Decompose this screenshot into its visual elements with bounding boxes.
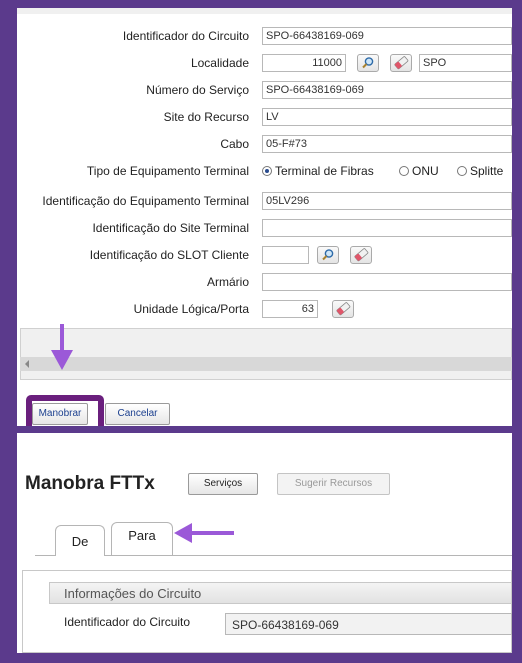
label-identificador-circuito: Identificador do Circuito xyxy=(122,29,249,43)
row-site-recurso: Site do Recurso LV xyxy=(17,107,512,129)
identificador-circuito-input[interactable]: SPO-66438169-069 xyxy=(262,27,512,45)
tab-de[interactable]: De xyxy=(55,525,105,556)
eraser-icon[interactable] xyxy=(390,54,412,72)
row-identificacao-slot: Identificação do SLOT Cliente xyxy=(17,245,512,267)
numero-servico-input[interactable]: SPO-66438169-069 xyxy=(262,81,512,99)
row-armario: Armário xyxy=(17,272,512,294)
eraser-icon[interactable] xyxy=(332,300,354,318)
circuit-identifier-input[interactable]: SPO-66438169-069 xyxy=(225,613,512,635)
arrow-left-annotation xyxy=(174,523,234,543)
row-tipo-equipamento: Tipo de Equipamento Terminal Terminal de… xyxy=(17,161,512,183)
cancelar-button[interactable]: Cancelar xyxy=(105,403,170,425)
label-site-recurso: Site do Recurso xyxy=(163,110,249,124)
highlight-box-annotation xyxy=(26,395,104,426)
row-numero-servico: Número do Serviço SPO-66438169-069 xyxy=(17,80,512,102)
label-identificacao-site: Identificação do Site Terminal xyxy=(92,221,249,235)
identificacao-site-input[interactable] xyxy=(262,219,512,237)
search-icon[interactable] xyxy=(317,246,339,264)
label-circuit-identifier: Identificador do Circuito xyxy=(64,615,191,629)
servicos-button[interactable]: Serviços xyxy=(188,473,258,495)
circuit-form-panel: Identificador do Circuito SPO-66438169-0… xyxy=(17,8,512,426)
label-localidade: Localidade xyxy=(190,56,249,70)
search-icon[interactable] xyxy=(357,54,379,72)
list-area xyxy=(20,328,512,380)
identificacao-equipamento-input[interactable]: 05LV296 xyxy=(262,192,512,210)
identificacao-slot-input[interactable] xyxy=(262,246,309,264)
label-identificacao-slot: Identificação do SLOT Cliente xyxy=(89,248,249,262)
label-numero-servico: Número do Serviço xyxy=(146,83,249,97)
unidade-logica-input[interactable]: 63 xyxy=(262,300,318,318)
radio-selected-dot xyxy=(262,166,272,176)
section-header: Informações do Circuito xyxy=(49,582,512,604)
row-unidade-logica: Unidade Lógica/Porta 63 xyxy=(17,299,512,321)
arrow-down-annotation xyxy=(51,324,73,370)
row-identificador-circuito: Identificador do Circuito SPO-66438169-0… xyxy=(17,26,512,48)
sugerir-recursos-button[interactable]: Sugerir Recursos xyxy=(277,473,390,495)
row-identificacao-site: Identificação do Site Terminal xyxy=(17,218,512,240)
label-armario: Armário xyxy=(206,275,249,289)
armario-input[interactable] xyxy=(262,273,512,291)
horizontal-scrollbar[interactable] xyxy=(20,357,512,371)
label-cabo: Cabo xyxy=(220,137,249,151)
radio-splitter[interactable]: Splitte xyxy=(457,164,503,178)
eraser-icon[interactable] xyxy=(350,246,372,264)
row-cabo: Cabo 05-F#73 xyxy=(17,134,512,156)
label-tipo-equipamento: Tipo de Equipamento Terminal xyxy=(86,164,249,178)
localidade-sigla-input[interactable]: SPO xyxy=(419,54,512,72)
cabo-input[interactable]: 05-F#73 xyxy=(262,135,512,153)
scroll-left-arrow-icon[interactable] xyxy=(25,360,29,368)
tab-para[interactable]: Para xyxy=(111,522,173,555)
row-localidade: Localidade 11000 SPO xyxy=(17,53,512,75)
radio-dot xyxy=(399,166,409,176)
site-recurso-input[interactable]: LV xyxy=(262,108,512,126)
label-identificacao-equipamento: Identificação do Equipamento Terminal xyxy=(42,194,249,208)
tab-divider xyxy=(35,555,512,556)
row-identificacao-equipamento: Identificação do Equipamento Terminal 05… xyxy=(17,191,512,213)
localidade-code-input[interactable]: 11000 xyxy=(262,54,346,72)
radio-onu[interactable]: ONU xyxy=(399,164,439,178)
label-unidade-logica: Unidade Lógica/Porta xyxy=(133,302,249,316)
radio-dot xyxy=(457,166,467,176)
manobra-fttx-panel: Manobra FTTx Serviços Sugerir Recursos D… xyxy=(17,433,512,653)
page-title: Manobra FTTx xyxy=(25,473,155,494)
radio-terminal-fibras[interactable]: Terminal de Fibras xyxy=(262,164,374,178)
